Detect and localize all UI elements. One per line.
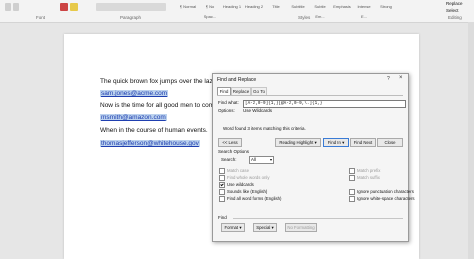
no-formatting-button[interactable]: No Formatting bbox=[285, 223, 317, 232]
checkbox-box bbox=[349, 175, 355, 181]
ignore-punctuation-checkbox[interactable]: Ignore punctuation characters bbox=[349, 189, 414, 195]
checkbox-box bbox=[219, 189, 225, 195]
checkbox-label: Sounds like (English) bbox=[227, 189, 268, 195]
replace-button[interactable]: Replace bbox=[446, 1, 463, 6]
chevron-down-icon: ▾ bbox=[269, 157, 272, 162]
checkbox-label: Find whole words only bbox=[227, 175, 270, 181]
checkbox-box bbox=[219, 196, 225, 202]
select-button[interactable]: Select bbox=[446, 8, 459, 13]
status-message: Word found 3 items matching this criteri… bbox=[223, 126, 306, 131]
doc-line[interactable]: The quick brown fox jumps over the lazy … bbox=[100, 78, 223, 85]
style-no-spacing[interactable]: ¶ No Spac... bbox=[200, 2, 220, 19]
checkbox-label: Match prefix bbox=[357, 168, 381, 174]
style-subtitle[interactable]: Subtitle bbox=[288, 2, 308, 12]
checkbox-box bbox=[349, 168, 355, 174]
search-label: Search: bbox=[221, 157, 237, 162]
dialog-title: Find and Replace bbox=[217, 77, 257, 83]
doc-line[interactable]: Now is the time for all good men to come… bbox=[100, 102, 221, 109]
checkbox-label: Find all word forms (English) bbox=[227, 196, 282, 202]
style-emphasis[interactable]: Emphasis bbox=[332, 2, 352, 12]
checkbox-box bbox=[219, 168, 225, 174]
find-section-divider bbox=[233, 218, 403, 219]
right-gutter bbox=[420, 23, 474, 259]
checkbox-label: Match suffix bbox=[357, 175, 380, 181]
checkbox-box bbox=[219, 175, 225, 181]
font-group-label: Font bbox=[36, 15, 46, 20]
email-link[interactable]: sam.jones@acme.com bbox=[100, 90, 169, 97]
style-heading-2[interactable]: Heading 2 bbox=[244, 2, 264, 12]
find-next-button[interactable]: Find Next bbox=[350, 138, 376, 147]
sounds-like-checkbox[interactable]: Sounds like (English) bbox=[219, 189, 267, 195]
match-suffix-checkbox[interactable]: Match suffix bbox=[349, 175, 380, 181]
search-direction-select[interactable]: All ▾ bbox=[249, 156, 274, 164]
match-prefix-checkbox[interactable]: Match prefix bbox=[349, 168, 380, 174]
tab-replace[interactable]: Replace bbox=[231, 87, 251, 95]
font-color-icon[interactable] bbox=[60, 3, 68, 11]
checkbox-box bbox=[349, 189, 355, 195]
all-word-forms-checkbox[interactable]: Find all word forms (English) bbox=[219, 196, 281, 202]
ribbon: ¶ Normal ¶ No Spac... Heading 1 Heading … bbox=[0, 0, 474, 23]
style-normal[interactable]: ¶ Normal bbox=[178, 2, 198, 12]
find-what-input[interactable]: [A-z,0-9]{1,}[@A-z,0-9,\.]{1,} bbox=[243, 100, 406, 108]
find-section-label: Find bbox=[218, 215, 227, 220]
search-options-label: Search Options bbox=[218, 149, 250, 154]
styles-group-label: Styles bbox=[298, 15, 311, 20]
find-in-button[interactable]: Find In ▾ bbox=[323, 138, 349, 147]
ignore-whitespace-checkbox[interactable]: Ignore white-space characters bbox=[349, 196, 415, 202]
style-subtle-emphasis[interactable]: Subtle Em... bbox=[310, 2, 330, 19]
tab-divider bbox=[217, 95, 403, 98]
checkbox-box-checked bbox=[219, 182, 225, 188]
whole-words-checkbox[interactable]: Find whole words only bbox=[219, 175, 270, 181]
match-case-checkbox[interactable]: Match case bbox=[219, 168, 249, 174]
highlight-icon[interactable] bbox=[70, 3, 78, 11]
reading-highlight-button[interactable]: Reading Highlight ▾ bbox=[275, 138, 321, 147]
scrollbar[interactable] bbox=[468, 22, 474, 259]
options-label: Options: bbox=[218, 108, 235, 113]
tab-goto[interactable]: Go To bbox=[251, 87, 267, 95]
checkbox-box bbox=[349, 196, 355, 202]
style-title[interactable]: Title bbox=[266, 2, 286, 12]
find-replace-dialog: Find and Replace ? × Find Replace Go To … bbox=[212, 73, 415, 242]
doc-line[interactable]: When in the course of human events. bbox=[100, 127, 208, 134]
bold-icon[interactable] bbox=[5, 3, 11, 11]
italic-icon[interactable] bbox=[13, 3, 19, 11]
checkbox-label: Ignore white-space characters bbox=[357, 196, 415, 202]
editing-group-label: Editing bbox=[448, 15, 462, 20]
email-link-text[interactable]: sam.jones@acme.com bbox=[100, 90, 169, 97]
email-link-text[interactable]: thomasjefferson@whitehouse.gov bbox=[100, 140, 200, 147]
checkbox-label: Ignore punctuation characters bbox=[357, 189, 414, 195]
special-button[interactable]: Special ▾ bbox=[253, 223, 277, 232]
help-icon[interactable]: ? bbox=[387, 76, 390, 82]
tab-find[interactable]: Find bbox=[217, 87, 231, 95]
use-wildcards-checkbox[interactable]: Use wildcards bbox=[219, 182, 254, 188]
find-what-label: Find what: bbox=[218, 100, 239, 105]
email-link-text[interactable]: msmith@amazon.com bbox=[100, 114, 167, 121]
format-button[interactable]: Format ▾ bbox=[221, 223, 245, 232]
close-icon[interactable]: × bbox=[399, 75, 403, 81]
paragraph-tools[interactable] bbox=[96, 3, 166, 11]
checkbox-label: Use wildcards bbox=[227, 182, 254, 188]
search-direction-value: All bbox=[251, 157, 256, 162]
left-gutter bbox=[0, 23, 64, 259]
paragraph-group-label: Paragraph bbox=[120, 15, 142, 20]
less-button[interactable]: << Less bbox=[218, 138, 242, 147]
style-intense-emphasis[interactable]: Intense E... bbox=[354, 2, 374, 19]
email-link[interactable]: thomasjefferson@whitehouse.gov bbox=[100, 140, 200, 147]
options-value: Use Wildcards bbox=[243, 108, 273, 113]
close-button[interactable]: Close bbox=[377, 138, 403, 147]
style-heading-1[interactable]: Heading 1 bbox=[222, 2, 242, 12]
checkbox-label: Match case bbox=[227, 168, 249, 174]
style-strong[interactable]: Strong bbox=[376, 2, 396, 12]
email-link[interactable]: msmith@amazon.com bbox=[100, 114, 167, 121]
